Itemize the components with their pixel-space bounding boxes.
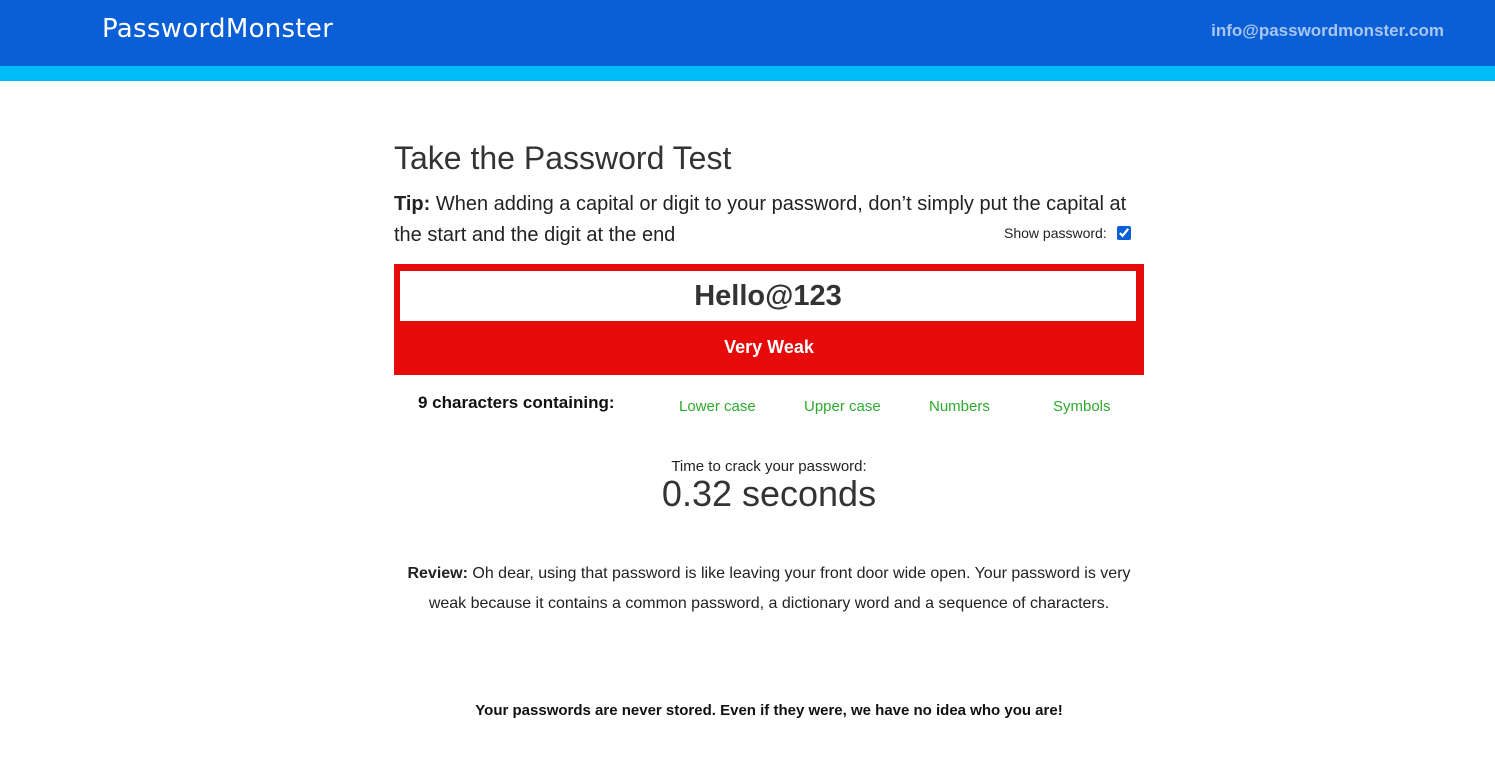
char-type-lowercase: Lower case — [679, 398, 756, 415]
character-count-summary: 9 characters containing: — [418, 393, 615, 412]
password-strength-panel: Very Weak — [394, 264, 1144, 375]
char-type-uppercase: Upper case — [804, 398, 881, 415]
show-password-label: Show password: — [1004, 225, 1107, 241]
tip-label: Tip: — [394, 193, 431, 215]
review-label: Review: — [407, 565, 468, 582]
site-header: PasswordMonster info@passwordmonster.com — [0, 0, 1495, 66]
strength-rating: Very Weak — [724, 337, 814, 357]
password-input[interactable] — [400, 271, 1136, 321]
tip-text: Tip: When adding a capital or digit to y… — [394, 189, 1144, 251]
contact-email-link[interactable]: info@passwordmonster.com — [1211, 21, 1444, 41]
char-type-symbols: Symbols — [1053, 398, 1111, 415]
review-body: Oh dear, using that password is like lea… — [428, 565, 1131, 612]
char-type-numbers: Numbers — [929, 398, 990, 415]
header-accent-stripe — [0, 66, 1495, 81]
show-password-checkbox[interactable] — [1116, 226, 1131, 240]
page-title: Take the Password Test — [394, 140, 732, 176]
site-logo[interactable]: PasswordMonster — [102, 14, 333, 44]
show-password-toggle[interactable]: Show password: — [1004, 225, 1131, 241]
crack-time-value: 0.32 seconds — [661, 473, 877, 514]
password-review: Review: Oh dear, using that password is … — [394, 559, 1144, 618]
privacy-note: Your passwords are never stored. Even if… — [475, 702, 1063, 719]
